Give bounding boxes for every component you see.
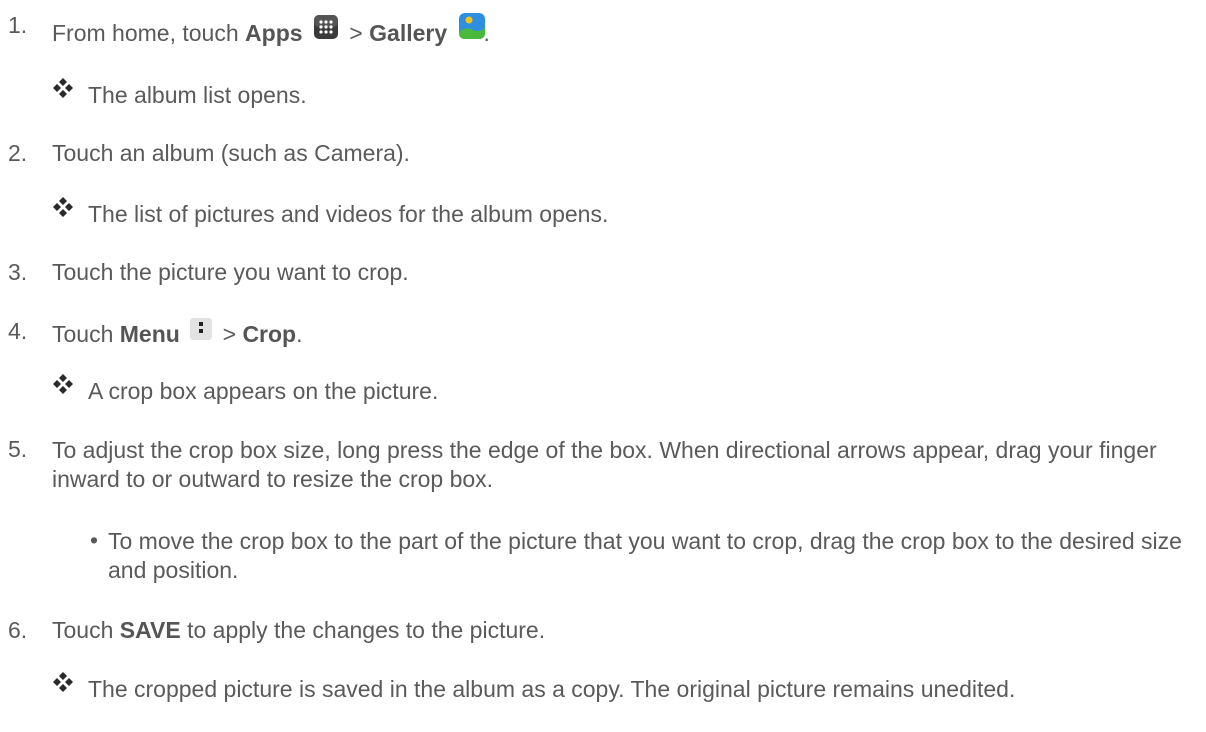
gallery-label: Gallery [369,20,448,46]
four-diamond-icon [52,671,74,693]
save-label: SAVE [119,617,181,643]
gallery-icon [458,12,485,39]
step-number: 5. [8,436,28,462]
step-number: 2. [8,140,28,166]
step-number: 3. [8,259,28,285]
four-diamond-icon [52,196,74,218]
step-text: Touch Menu > Crop. [52,318,303,348]
step-number: 4. [8,318,28,344]
menu-label: Menu [119,321,180,347]
apps-grid-icon [313,14,339,40]
step-number: 1. [8,12,28,38]
apps-label: Apps [245,20,303,46]
four-diamond-icon [52,373,74,395]
bullet-glyph: • [90,527,99,553]
step-number: 6. [8,617,28,643]
step-text: From home, touch Apps > Gallery . [52,12,490,47]
step-text: Touch SAVE to apply the changes to the p… [52,617,546,643]
four-diamond-icon [52,77,74,99]
menu-dots-icon [190,318,213,340]
crop-label: Crop [242,321,297,347]
